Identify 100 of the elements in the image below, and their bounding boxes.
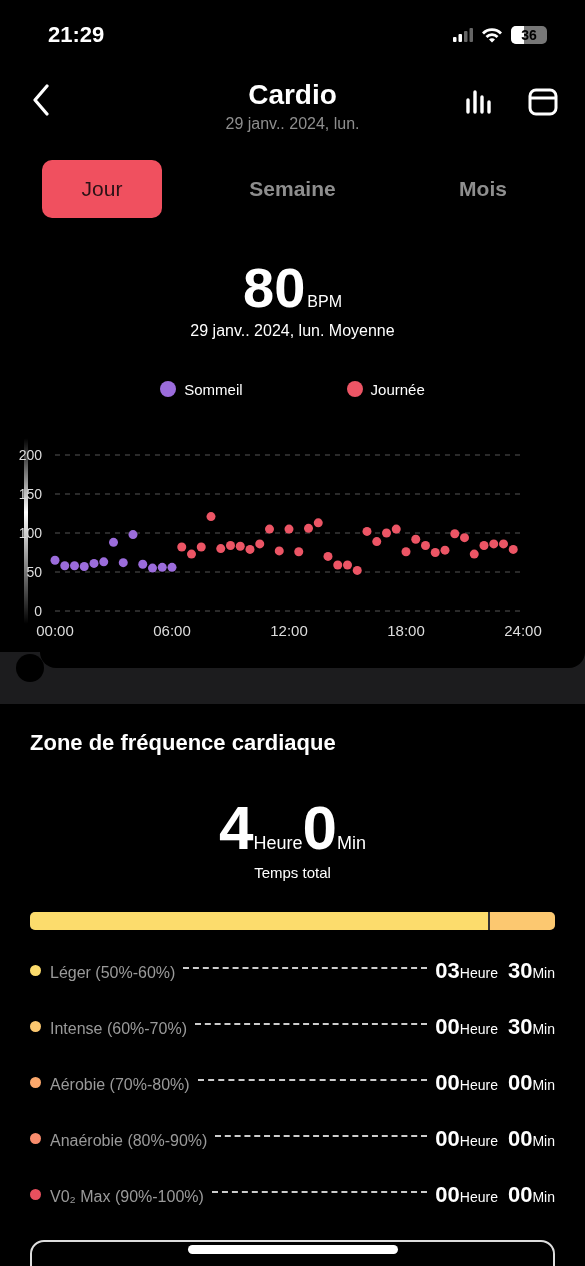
data-point	[187, 549, 196, 559]
data-point	[196, 542, 206, 552]
legend-label: Journée	[370, 380, 425, 398]
total-minutes: 0	[302, 796, 337, 860]
data-point	[401, 547, 411, 557]
period-tab[interactable]: Mois	[423, 160, 543, 218]
data-point	[430, 548, 440, 557]
data-point	[411, 534, 421, 544]
data-point	[148, 563, 157, 573]
legend-label: Sommeil	[184, 380, 243, 398]
y-axis-label: 50	[26, 564, 42, 580]
zone-label: Anaérobie (80%-90%)	[50, 1132, 208, 1150]
data-point	[138, 559, 148, 569]
data-point	[99, 557, 109, 567]
hours-unit: Heure	[459, 1077, 498, 1093]
calendar-icon[interactable]	[528, 88, 558, 116]
data-point	[313, 518, 323, 528]
data-point	[508, 544, 518, 554]
minutes-unit: Min	[532, 1077, 555, 1093]
data-point	[128, 530, 138, 540]
zone-hours: 00	[435, 1182, 460, 1208]
section-title: Zone de fréquence cardiaque	[30, 730, 337, 756]
data-point	[274, 546, 284, 556]
minutes-unit: Min	[337, 833, 366, 854]
y-axis-label: 0	[34, 603, 42, 619]
zone-label: Léger (50%-60%)	[50, 964, 176, 982]
x-axis-label: 18:00	[387, 622, 425, 639]
data-point	[333, 560, 343, 570]
data-point	[50, 555, 60, 565]
zone-minutes: 00	[507, 1182, 533, 1208]
x-axis-label: 24:00	[504, 622, 542, 639]
data-point	[79, 562, 89, 572]
hours-unit: Heure	[459, 1021, 498, 1037]
data-point	[391, 524, 401, 534]
data-point	[479, 541, 489, 550]
wifi-icon	[481, 27, 503, 43]
data-point	[177, 542, 187, 552]
data-point	[489, 539, 499, 549]
hours-unit: Heure	[253, 833, 303, 854]
zone-minutes: 30	[507, 1014, 533, 1040]
data-point	[265, 524, 274, 534]
zone-label: Intense (60%-70%)	[50, 1020, 187, 1038]
data-point	[323, 551, 333, 561]
data-point	[450, 529, 460, 539]
total-hours: 4	[219, 796, 254, 860]
zone-hours: 00	[435, 1014, 460, 1040]
status-time: 21:29	[48, 22, 105, 48]
data-point	[245, 544, 255, 554]
x-axis-label: 12:00	[270, 622, 308, 639]
average-value: 80	[243, 258, 306, 318]
data-point	[235, 541, 245, 551]
data-point	[372, 537, 382, 547]
zone-hours: 00	[435, 1126, 460, 1152]
total-label: Temps total	[253, 864, 332, 881]
hours-unit: Heure	[459, 1189, 498, 1205]
data-point	[362, 526, 372, 536]
hours-unit: Heure	[459, 965, 498, 981]
data-point	[382, 528, 391, 538]
hours-unit: Heure	[459, 1133, 498, 1149]
data-point	[118, 558, 128, 568]
minutes-unit: Min	[532, 965, 555, 981]
data-point	[255, 539, 265, 549]
data-point	[294, 547, 304, 557]
bar-chart-icon[interactable]	[465, 90, 491, 114]
page-date: 29 janv.. 2024, lun.	[225, 115, 360, 133]
signal-icon	[453, 28, 473, 42]
data-point	[226, 541, 235, 550]
data-point	[352, 565, 362, 575]
data-point	[206, 512, 216, 522]
data-point	[167, 562, 177, 572]
zone-label: Aérobie (70%-80%)	[50, 1076, 190, 1094]
data-point	[304, 523, 313, 533]
x-axis-label: 06:00	[153, 622, 191, 639]
data-point	[440, 545, 450, 555]
data-point	[89, 558, 99, 568]
data-point	[343, 560, 352, 570]
zone-label: V0₂ Max (90%-100%)	[50, 1188, 204, 1206]
period-tab[interactable]: Semaine	[232, 160, 353, 218]
data-point	[499, 539, 508, 549]
zone-hours: 00	[435, 1070, 460, 1096]
data-point	[469, 549, 479, 559]
data-point	[157, 562, 167, 572]
data-point	[60, 561, 70, 571]
zone-minutes: 00	[507, 1126, 533, 1152]
page-title: Cardio	[248, 79, 337, 111]
data-point	[70, 561, 79, 571]
minutes-unit: Min	[532, 1189, 555, 1205]
zone-minutes: 30	[507, 958, 533, 984]
minutes-unit: Min	[532, 1133, 555, 1149]
back-icon[interactable]	[32, 84, 50, 116]
data-point	[284, 524, 294, 534]
data-point	[109, 537, 118, 547]
data-point	[216, 544, 226, 554]
x-axis-label: 00:00	[36, 622, 74, 639]
average-caption: 29 janv.. 2024, lun. Moyenne	[190, 322, 395, 340]
period-tab[interactable]: Jour	[42, 160, 162, 218]
zone-minutes: 00	[507, 1070, 533, 1096]
zone-hours: 03	[435, 958, 460, 984]
y-axis-label: 200	[18, 447, 42, 463]
data-point	[421, 541, 430, 550]
